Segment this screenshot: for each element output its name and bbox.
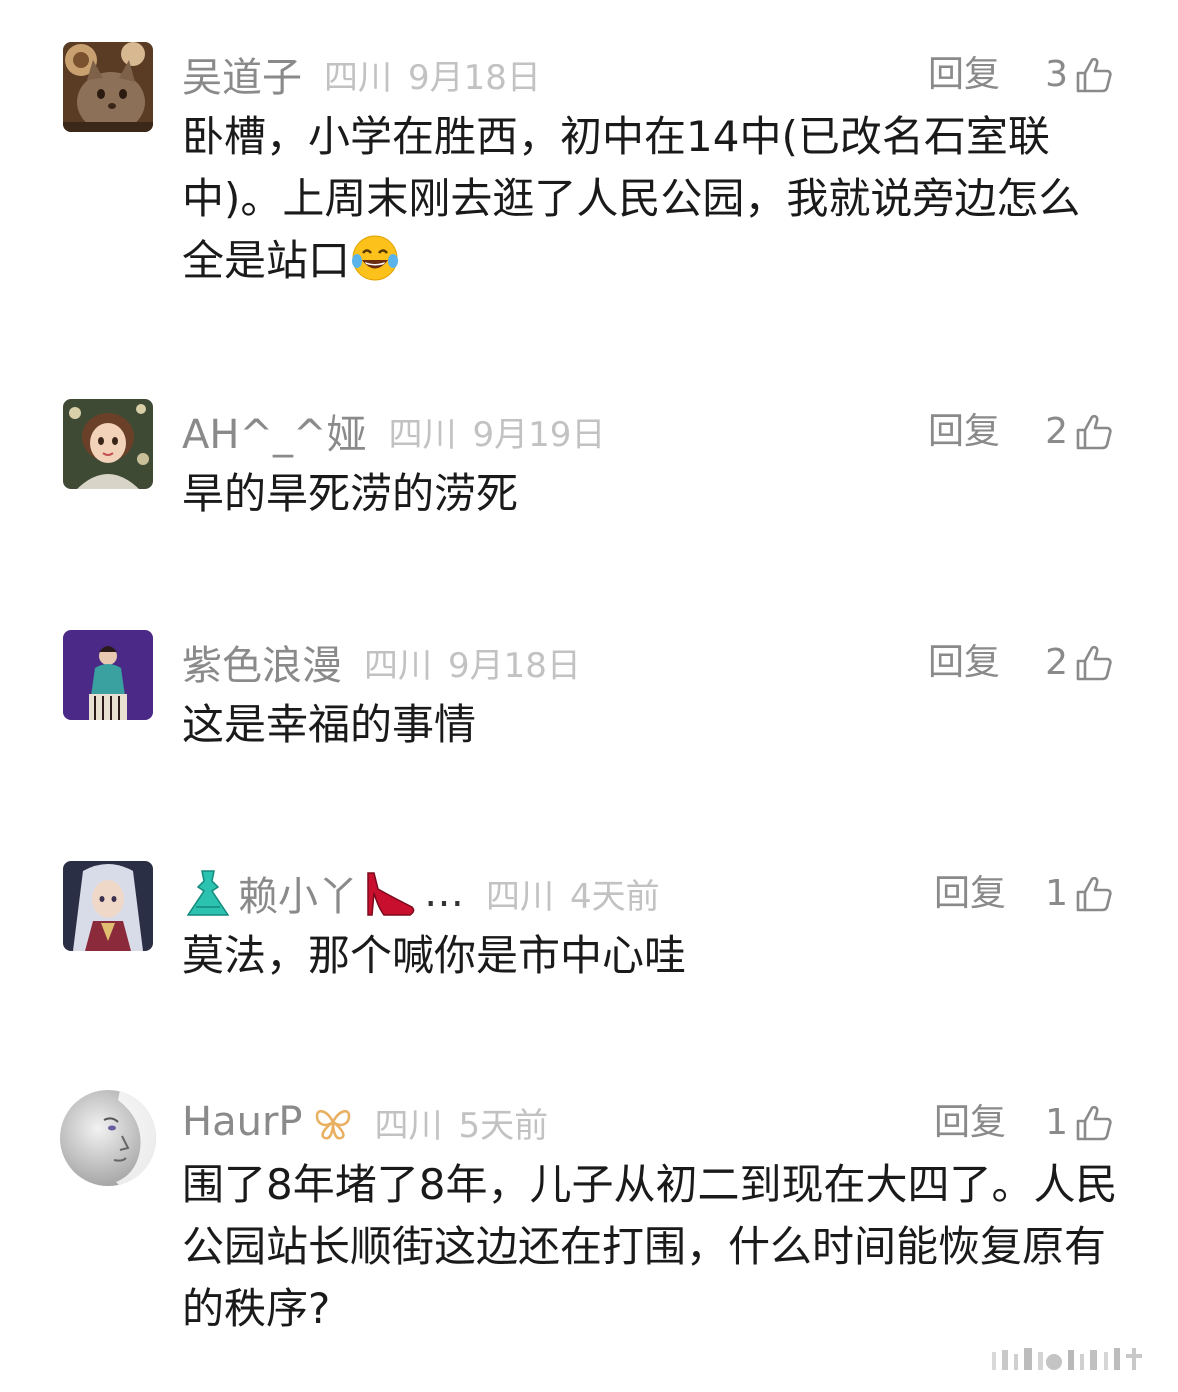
location: 四川 — [486, 876, 554, 917]
comment-text: 卧槽，小学在胜西，初中在14中(已改名石室联中)。上周末刚去逛了人民公园，我就说… — [182, 106, 1122, 292]
location: 四川 — [374, 1105, 443, 1146]
like-button[interactable]: 2 — [1045, 638, 1114, 688]
thumbs-up-icon — [1076, 645, 1112, 681]
username[interactable]: 赖小丫 — [238, 864, 358, 922]
like-count: 1 — [1045, 1102, 1068, 1143]
purple-portrait-avatar-image — [63, 630, 153, 720]
timestamp: 9月19日 — [472, 414, 606, 455]
avatar[interactable] — [63, 399, 153, 489]
sketch-face-avatar-image — [60, 1090, 156, 1186]
like-button[interactable]: 3 — [1045, 50, 1114, 100]
comment-body: 莫法，那个喊你是市中心哇 — [182, 931, 687, 980]
thumbs-up-icon — [1076, 414, 1112, 450]
comment-text: 围了8年堵了8年，儿子从初二到现在大四了。人民公园站长顺街这边还在打围，什么时间… — [182, 1154, 1122, 1340]
vip-bow-badge-icon — [313, 1102, 353, 1142]
comment-body: 这是幸福的事情 — [182, 700, 477, 749]
username[interactable]: HaurP — [182, 1099, 303, 1145]
location: 四川 — [388, 414, 457, 455]
comment-meta: 紫色浪漫 四川 9月18日 — [182, 634, 581, 690]
avatar[interactable] — [60, 1090, 156, 1186]
like-count: 2 — [1045, 642, 1068, 683]
comment-text: 莫法，那个喊你是市中心哇 — [182, 925, 1122, 987]
joy-tears-emoji — [352, 235, 399, 281]
timestamp: 9月18日 — [408, 57, 541, 98]
watermark-logo — [992, 1348, 1142, 1370]
reply-button[interactable]: 回复 — [934, 869, 1006, 919]
username[interactable]: 紫色浪漫 — [182, 633, 342, 691]
reply-button[interactable]: 回复 — [928, 638, 1000, 688]
username[interactable]: AH^_^娅 — [182, 402, 366, 460]
timestamp: 4天前 — [570, 876, 660, 917]
username-ellipsis: … — [424, 870, 464, 916]
dress-emoji — [186, 870, 230, 916]
anime-character-avatar-image — [63, 861, 153, 951]
like-button[interactable]: 1 — [1045, 869, 1114, 919]
comment-text: 这是幸福的事情 — [182, 694, 1122, 756]
avatar[interactable] — [63, 42, 153, 132]
username[interactable]: 吴道子 — [182, 45, 302, 103]
like-button[interactable]: 2 — [1045, 407, 1114, 457]
thumbs-up-icon — [1076, 57, 1112, 93]
comment-text: 旱的旱死涝的涝死 — [182, 463, 1122, 525]
avatar[interactable] — [63, 861, 153, 951]
high-heel-emoji — [367, 872, 415, 916]
timestamp: 9月18日 — [448, 645, 581, 686]
timestamp: 5天前 — [458, 1105, 549, 1146]
girl-avatar-image — [63, 399, 153, 489]
comment-body: 旱的旱死涝的涝死 — [182, 469, 519, 518]
comment-meta: HaurP 四川 5天前 — [182, 1094, 548, 1150]
reply-button[interactable]: 回复 — [928, 407, 1000, 457]
comment-meta: AH^_^娅 四川 9月19日 — [182, 403, 605, 459]
like-count: 1 — [1045, 873, 1068, 914]
comment-meta: 赖小丫 … 四川 4天前 — [182, 865, 660, 921]
like-button[interactable]: 1 — [1045, 1098, 1114, 1148]
location: 四川 — [364, 645, 432, 686]
avatar[interactable] — [63, 630, 153, 720]
cat-avatar-image — [63, 42, 153, 132]
comment-body: 围了8年堵了8年，儿子从初二到现在大四了。人民公园站长顺街这边还在打围，什么时间… — [182, 1160, 1118, 1333]
comment-body: 卧槽，小学在胜西，初中在14中(已改名石室联中)。上周末刚去逛了人民公园，我就说… — [182, 112, 1081, 285]
thumbs-up-icon — [1076, 1105, 1112, 1141]
like-count: 3 — [1045, 54, 1068, 95]
like-count: 2 — [1045, 411, 1068, 452]
location: 四川 — [324, 57, 392, 98]
comment-meta: 吴道子 四川 9月18日 — [182, 46, 541, 102]
reply-button[interactable]: 回复 — [928, 50, 1000, 100]
thumbs-up-icon — [1076, 876, 1112, 912]
reply-button[interactable]: 回复 — [934, 1098, 1006, 1148]
